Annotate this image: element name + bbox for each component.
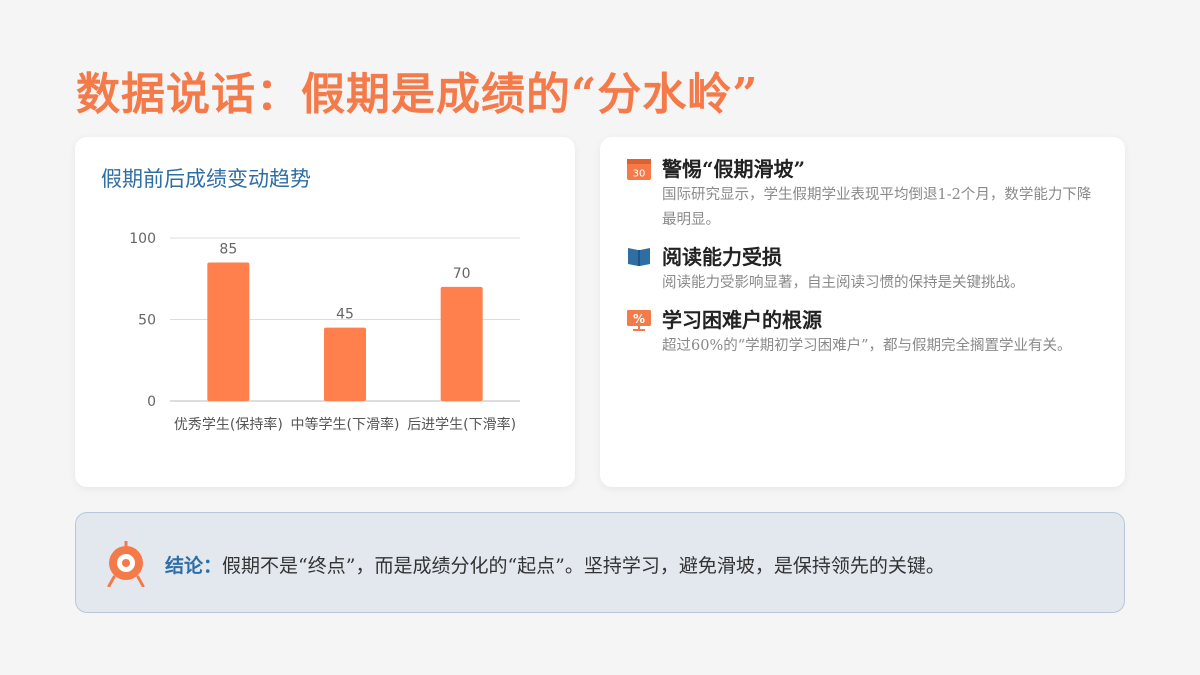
bar-chart: 0 50 100 85 优秀学生(保持率) 45 中等学生(下滑率) 70 后进学生(下滑率) <box>129 231 520 433</box>
info-card: 30 警惕“假期滑坡” 国际研究显示，学生假期学业表现平均倒退1-2个月，数学能… <box>600 137 1125 487</box>
x-tick-label: 后进学生(下滑率) <box>407 416 516 433</box>
info-item-title: 学习困难户的根源 <box>662 308 822 332</box>
chart-card: 假期前后成绩变动趋势 0 50 100 85 优秀学生(保持率) 45 中等学生(下滑率) 7… <box>75 137 575 487</box>
svg-text:30: 30 <box>633 169 646 180</box>
bar-value-label: 45 <box>336 307 354 323</box>
info-item-title: 警惕“假期滑坡” <box>662 157 806 181</box>
info-item-desc: 超过60%的“学期初学习困难户”，都与假期完全搁置学业有关。 <box>662 338 1072 354</box>
y-tick-label: 0 <box>147 394 156 410</box>
y-tick-label: 100 <box>129 231 156 247</box>
x-tick-label: 中等学生(下滑率) <box>291 416 400 433</box>
conclusion-box: 结论：假期不是“终点”，而是成绩分化的“起点”。坚持学习，避免滑坡，是保持领先的… <box>75 512 1125 613</box>
conclusion-body: 假期不是“终点”，而是成绩分化的“起点”。坚持学习，避免滑坡，是保持领先的关键。 <box>222 555 945 577</box>
x-tick-label: 优秀学生(保持率) <box>174 416 283 433</box>
conclusion-label: 结论： <box>165 555 223 577</box>
bar <box>207 262 250 401</box>
bar <box>324 327 366 401</box>
bar <box>440 286 483 401</box>
svg-text:%: % <box>633 312 645 326</box>
info-item-title: 阅读能力受损 <box>662 245 782 269</box>
info-item-desc: 国际研究显示，学生假期学业表现平均倒退1-2个月，数学能力下降最明显。 <box>662 187 1092 228</box>
info-item-desc: 阅读能力受影响显著，自主阅读习惯的保持是关键挑战。 <box>662 275 1025 291</box>
bar-value-label: 70 <box>453 266 471 282</box>
target-icon <box>107 541 145 587</box>
percent-board-icon: % <box>627 310 651 331</box>
conclusion-text: 结论：假期不是“终点”，而是成绩分化的“起点”。坚持学习，避免滑坡，是保持领先的… <box>165 551 945 578</box>
book-icon <box>628 248 650 266</box>
y-tick-label: 50 <box>138 313 156 329</box>
bar-value-label: 85 <box>219 241 237 257</box>
page-title: 数据说话：假期是成绩的“分水岭” <box>76 69 759 120</box>
calendar-icon: 30 <box>627 159 651 180</box>
